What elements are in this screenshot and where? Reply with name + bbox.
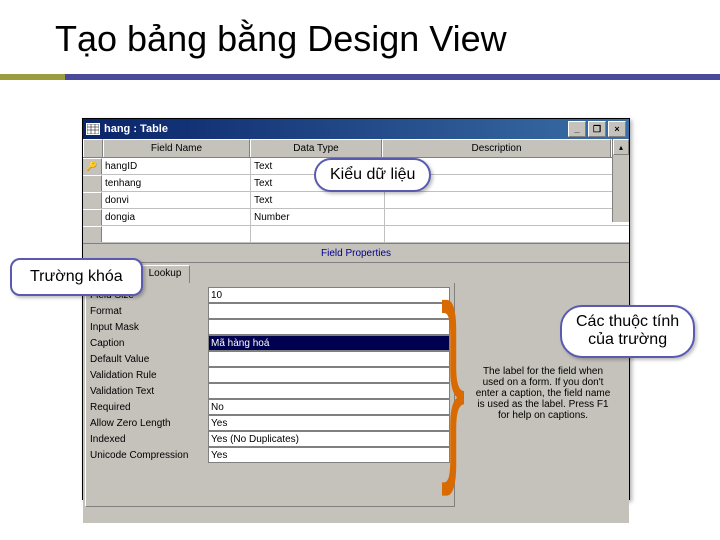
description-cell[interactable]: [385, 226, 629, 242]
prop-label: Input Mask: [90, 322, 208, 333]
restore-button[interactable]: ❐: [588, 121, 606, 137]
field-name-cell[interactable]: [102, 226, 251, 242]
primary-key-icon[interactable]: 🔑: [83, 158, 102, 174]
prop-label: Caption: [90, 338, 208, 349]
prop-label: Format: [90, 306, 208, 317]
row-selector-header: [83, 139, 103, 157]
description-header: Description: [382, 139, 611, 157]
table-row[interactable]: dongia Number: [83, 209, 629, 226]
data-type-cell[interactable]: [251, 226, 385, 242]
field-properties-label: Field Properties: [83, 243, 629, 263]
prop-label: Unicode Compression: [90, 450, 208, 461]
prop-label: Default Value: [90, 354, 208, 365]
help-pane: The label for the field when used on a f…: [457, 263, 629, 523]
brace-icon: }: [441, 280, 466, 480]
prop-label: Required: [90, 402, 208, 413]
field-name-header: Field Name: [103, 139, 250, 157]
prop-label: Allow Zero Length: [90, 418, 208, 429]
required-input[interactable]: No: [208, 399, 450, 415]
field-size-input[interactable]: 10: [208, 287, 450, 303]
indexed-input[interactable]: Yes (No Duplicates): [208, 431, 450, 447]
field-name-cell[interactable]: donvi: [102, 192, 251, 208]
description-cell[interactable]: [385, 209, 629, 225]
caption-input[interactable]: Mã hàng hoá: [208, 335, 450, 351]
format-input[interactable]: [208, 303, 450, 319]
validation-text-input[interactable]: [208, 383, 450, 399]
prop-label: Validation Rule: [90, 370, 208, 381]
callout-datatype: Kiểu dữ liệu: [314, 158, 431, 192]
properties-panel: Field Size10 Format Input Mask CaptionMã…: [85, 283, 455, 507]
slide-title: Tạo bảng bằng Design View: [55, 18, 507, 60]
callout-props: Các thuộc tính của trường: [560, 305, 695, 358]
description-cell[interactable]: [385, 192, 629, 208]
help-text: The label for the field when used on a f…: [465, 366, 621, 421]
scroll-up-button[interactable]: ▴: [613, 139, 629, 155]
input-mask-input[interactable]: [208, 319, 450, 335]
window-title: hang : Table: [104, 123, 568, 135]
vertical-scrollbar[interactable]: ▴: [612, 139, 629, 222]
grid-header-row: Field Name Data Type Description: [83, 139, 629, 158]
allow-zero-length-input[interactable]: Yes: [208, 415, 450, 431]
titlebar[interactable]: hang : Table _ ❐ ×: [83, 119, 629, 139]
default-value-input[interactable]: [208, 351, 450, 367]
table-row[interactable]: donvi Text: [83, 192, 629, 209]
row-selector[interactable]: [83, 175, 102, 191]
minimize-button[interactable]: _: [568, 121, 586, 137]
row-selector[interactable]: [83, 209, 102, 225]
row-selector[interactable]: [83, 192, 102, 208]
field-name-cell[interactable]: dongia: [102, 209, 251, 225]
table-row[interactable]: [83, 226, 629, 243]
validation-rule-input[interactable]: [208, 367, 450, 383]
data-type-header: Data Type: [250, 139, 382, 157]
prop-label: Validation Text: [90, 386, 208, 397]
title-rule: [0, 74, 720, 80]
data-type-cell[interactable]: Number: [251, 209, 385, 225]
prop-label: Indexed: [90, 434, 208, 445]
close-button[interactable]: ×: [608, 121, 626, 137]
table-icon: [86, 123, 100, 135]
field-name-cell[interactable]: hangID: [102, 158, 251, 174]
unicode-compression-input[interactable]: Yes: [208, 447, 450, 463]
tab-lookup[interactable]: Lookup: [140, 265, 191, 283]
data-type-cell[interactable]: Text: [251, 192, 385, 208]
callout-keyfield: Trường khóa: [10, 258, 143, 296]
row-selector[interactable]: [83, 226, 102, 242]
title-accent: [0, 74, 65, 80]
field-name-cell[interactable]: tenhang: [102, 175, 251, 191]
